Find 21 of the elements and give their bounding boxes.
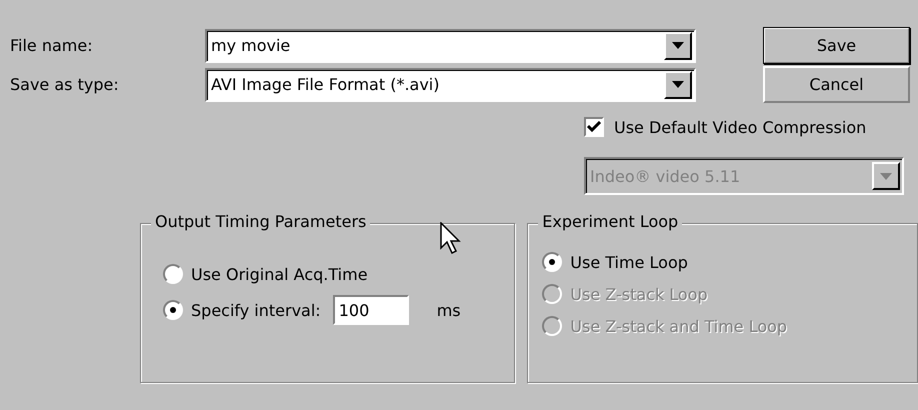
radio-label: Use Z-stack and Time Loop <box>570 316 788 336</box>
field-label: Save as type: <box>10 75 120 94</box>
unit-label: ms <box>436 300 461 320</box>
save-button[interactable]: Save <box>763 27 910 64</box>
file-type-combo[interactable]: AVI Image File Format (*.avi) <box>205 68 696 102</box>
checkbox-label: Use Default Video Compression <box>614 118 866 136</box>
radio-label: Use Z-stack Loop <box>570 284 708 304</box>
radio-button[interactable] <box>163 264 183 284</box>
file-name-combo[interactable]: my movie <box>205 28 696 62</box>
radio-label: Use Original Acq.Time <box>191 264 368 284</box>
mouse-cursor-icon <box>440 222 464 256</box>
group-title: Experiment Loop <box>538 212 682 231</box>
field-label: File name: <box>10 36 94 55</box>
radio-button[interactable] <box>163 300 183 320</box>
radio-label: Specify interval: <box>191 300 321 320</box>
checkbox[interactable] <box>584 117 604 137</box>
radio-label: Use Time Loop <box>570 252 688 272</box>
cancel-button[interactable]: Cancel <box>763 66 910 103</box>
radio-button[interactable] <box>542 252 562 272</box>
group-title: Output Timing Parameters <box>151 212 370 231</box>
interval-field[interactable]: 100 <box>332 295 409 325</box>
